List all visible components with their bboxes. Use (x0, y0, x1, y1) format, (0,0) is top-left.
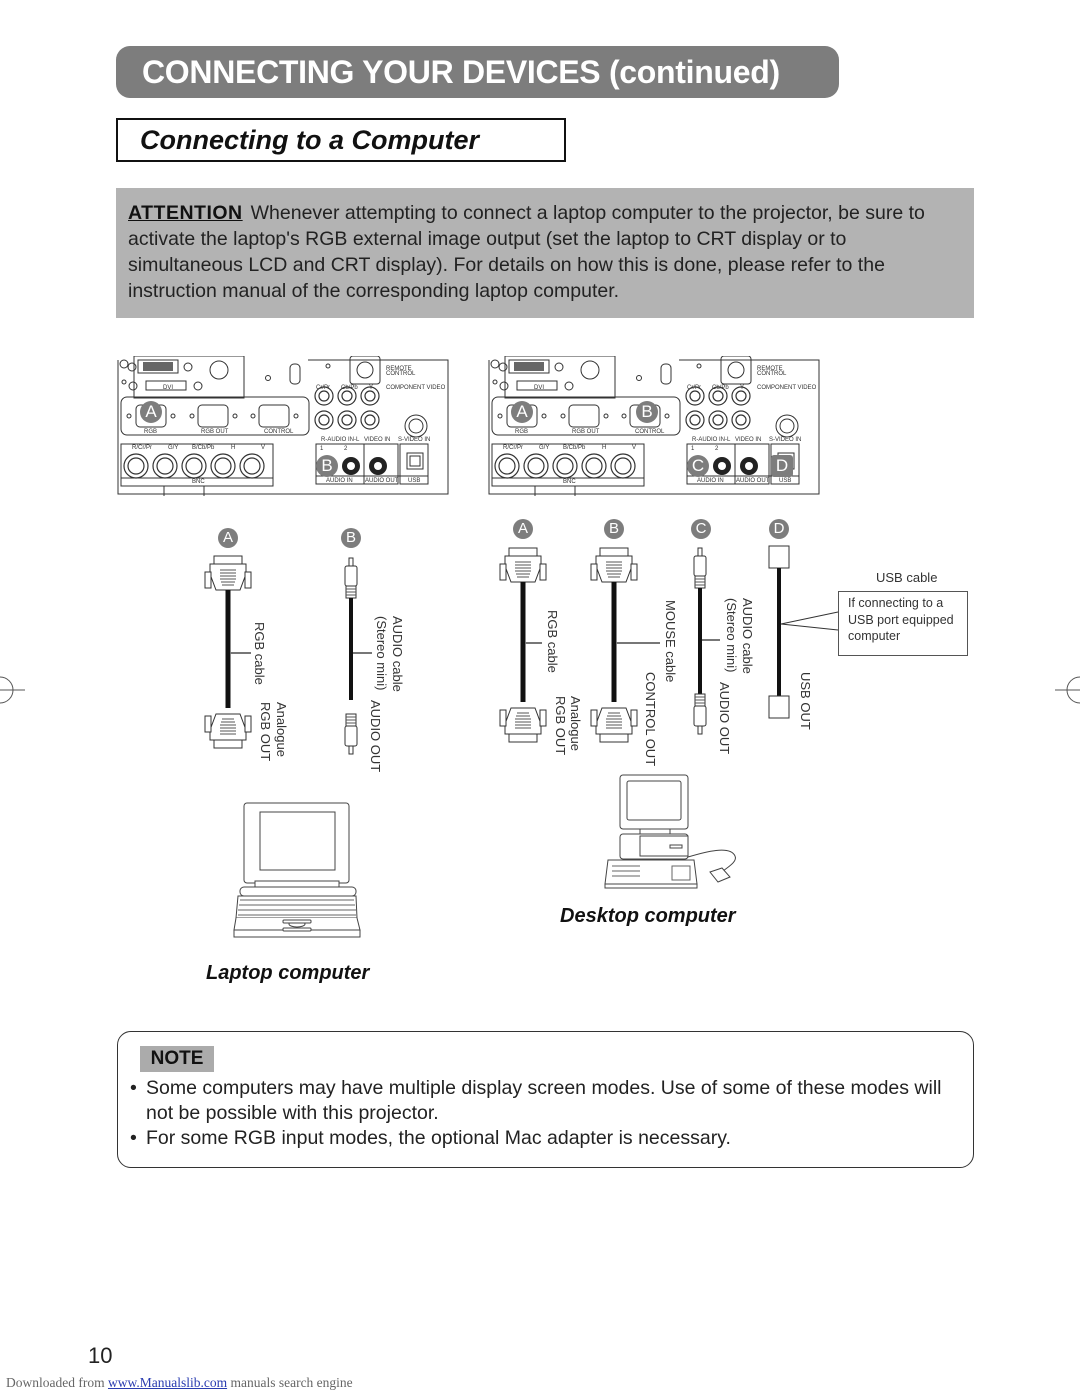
label-stereo-mini-desktop: (Stereo mini) (724, 598, 739, 673)
label-stereo-mini-laptop: (Stereo mini) (374, 616, 389, 691)
note-item: • Some computers may have multiple displ… (130, 1076, 950, 1126)
label-rgb-cable-desktop: RGB cable (545, 610, 560, 673)
cable-badge-b-desktop: B (604, 519, 624, 539)
laptop-computer-caption: Laptop computer (206, 962, 370, 984)
label-analogue-laptop: Analogue (274, 702, 289, 757)
label-mouse-cable: MOUSE cable (663, 600, 678, 683)
bullet-icon: • (130, 1077, 137, 1099)
footer-suffix: manuals search engine (230, 1375, 353, 1390)
desktop-computer-caption: Desktop computer (560, 905, 736, 927)
label-rgb-cable-laptop: RGB cable (252, 622, 267, 685)
label-control-out: CONTROL OUT (643, 672, 658, 767)
label-audio-out-laptop: AUDIO OUT (368, 700, 383, 773)
cable-diagram (204, 545, 839, 938)
registration-mark-right-icon (1055, 676, 1080, 704)
desktop-computer-illustration (604, 774, 736, 889)
cable-badge-a-laptop: A (218, 528, 238, 548)
download-footer: Downloaded from www.Manualslib.com manua… (6, 1375, 353, 1391)
note-item-text: Some computers may have multiple display… (146, 1077, 942, 1124)
label-audio-cable-laptop: AUDIO cable (390, 616, 405, 692)
rgb-cable-desktop (499, 547, 547, 743)
page-number: 10 (88, 1343, 113, 1368)
label-rgb-out-desktop: RGB OUT (553, 696, 568, 756)
note-item: • For some RGB input modes, the optional… (130, 1126, 950, 1151)
manualslib-link[interactable]: www.Manualslib.com (108, 1375, 227, 1390)
label-rgb-out-laptop: RGB OUT (258, 702, 273, 762)
laptop-computer-illustration (233, 802, 361, 938)
rgb-cable-laptop (204, 555, 252, 749)
label-usb-out: USB OUT (798, 672, 813, 730)
label-analogue-desktop: Analogue (568, 696, 583, 751)
cable-badge-b-laptop: B (341, 528, 361, 548)
label-audio-cable-desktop: AUDIO cable (740, 598, 755, 674)
bullet-icon: • (130, 1127, 137, 1149)
cable-badge-d-desktop: D (769, 519, 789, 539)
note-label: NOTE (140, 1046, 214, 1072)
label-audio-out-desktop: AUDIO OUT (717, 682, 732, 755)
label-usb-cable: USB cable (876, 570, 938, 585)
footer-prefix: Downloaded from (6, 1375, 105, 1390)
registration-mark-left-icon (0, 676, 25, 704)
usb-callout: If connecting to a USB port equipped com… (838, 591, 968, 656)
cable-badge-a-desktop: A (513, 519, 533, 539)
cable-badge-c-desktop: C (691, 519, 711, 539)
note-item-text: For some RGB input modes, the optional M… (146, 1127, 731, 1149)
